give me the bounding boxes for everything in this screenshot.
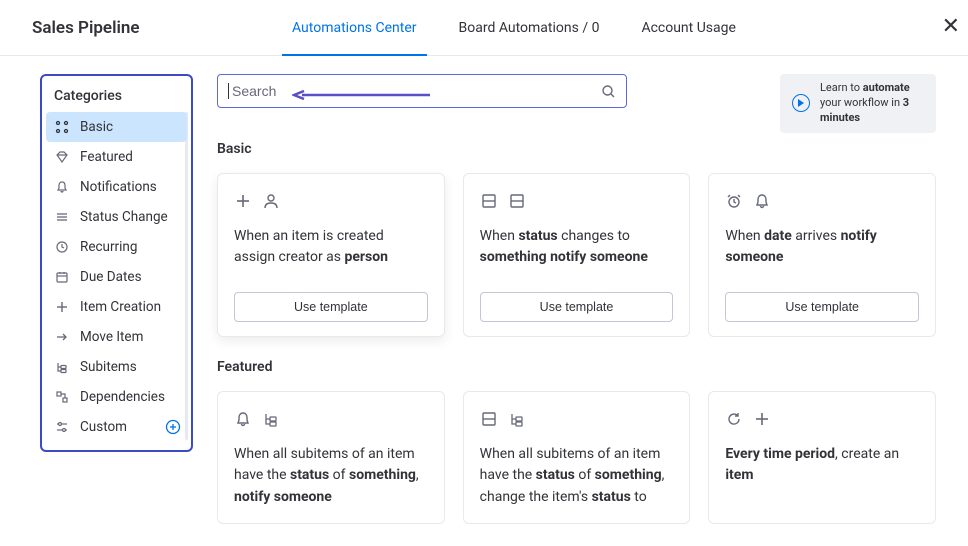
play-icon xyxy=(792,94,810,112)
subitems-icon xyxy=(508,410,526,428)
status-icon xyxy=(508,192,526,210)
sidebar-item-label: Notifications xyxy=(80,179,157,195)
person-icon xyxy=(262,192,280,210)
main-content: Learn to automate your workflow in 3 min… xyxy=(217,74,936,546)
sidebar-title: Categories xyxy=(46,84,187,112)
tabs: Automations Center Board Automations / 0… xyxy=(292,0,736,55)
learn-banner[interactable]: Learn to automate your workflow in 3 min… xyxy=(780,74,936,133)
card-text: When status changes to something notify … xyxy=(480,226,674,274)
dependencies-icon xyxy=(54,389,70,405)
template-card-featured-2[interactable]: When all subitems of an item have the st… xyxy=(463,391,691,524)
sidebar-item-subitems[interactable]: Subitems xyxy=(46,352,187,382)
plus-icon xyxy=(234,192,252,210)
sidebar-item-custom[interactable]: Custom xyxy=(46,412,187,442)
template-card-featured-1[interactable]: When all subitems of an item have the st… xyxy=(217,391,445,524)
recurring-icon xyxy=(725,410,743,428)
sidebar-item-move-item[interactable]: Move Item xyxy=(46,322,187,352)
template-card-featured-3[interactable]: Every time period, create an item xyxy=(708,391,936,524)
sidebar-item-label: Basic xyxy=(80,119,113,135)
learn-text: Learn to automate your workflow in 3 min… xyxy=(820,81,924,126)
subitems-icon xyxy=(54,359,70,375)
sidebar-item-label: Status Change xyxy=(80,209,168,225)
sidebar-item-notifications[interactable]: Notifications xyxy=(46,172,187,202)
status-icon xyxy=(480,410,498,428)
sidebar-item-label: Item Creation xyxy=(80,299,161,315)
tab-board-automations[interactable]: Board Automations / 0 xyxy=(459,0,600,55)
sidebar-item-due-dates[interactable]: Due Dates xyxy=(46,262,187,292)
plus-circle-icon[interactable] xyxy=(165,419,181,435)
card-text: When all subitems of an item have the st… xyxy=(234,444,428,509)
sidebar-item-label: Featured xyxy=(80,149,133,165)
sidebar-item-featured[interactable]: Featured xyxy=(46,142,187,172)
calendar-icon xyxy=(54,269,70,285)
sidebar-categories: Categories Basic Featured Notifications xyxy=(40,74,193,452)
card-text: When all subitems of an item have the st… xyxy=(480,444,674,509)
section-title-basic: Basic xyxy=(217,141,936,157)
card-text: When an item is created assign creator a… xyxy=(234,226,428,274)
subitems-icon xyxy=(262,410,280,428)
header: Sales Pipeline Automations Center Board … xyxy=(0,0,968,56)
sidebar-item-label: Recurring xyxy=(80,239,137,255)
sidebar-item-status-change[interactable]: Status Change xyxy=(46,202,187,232)
bell-icon xyxy=(54,179,70,195)
plus-icon xyxy=(54,299,70,315)
sidebar-item-label: Move Item xyxy=(80,329,143,345)
sidebar-item-basic[interactable]: Basic xyxy=(46,112,187,142)
section-title-featured: Featured xyxy=(217,359,936,375)
diamond-icon xyxy=(54,149,70,165)
basic-icon xyxy=(54,119,70,135)
sidebar-item-label: Due Dates xyxy=(80,269,142,285)
sidebar-item-label: Dependencies xyxy=(80,389,165,405)
use-template-button[interactable]: Use template xyxy=(480,292,674,322)
close-icon[interactable]: ✕ xyxy=(942,16,960,38)
sidebar-item-label: Subitems xyxy=(80,359,137,375)
template-card-basic-1[interactable]: When an item is created assign creator a… xyxy=(217,173,445,337)
tab-account-usage[interactable]: Account Usage xyxy=(641,0,735,55)
arrow-right-icon xyxy=(54,329,70,345)
use-template-button[interactable]: Use template xyxy=(725,292,919,322)
search-input[interactable] xyxy=(228,83,593,99)
status-icon xyxy=(54,209,70,225)
sidebar-item-label: Custom xyxy=(80,419,127,435)
sliders-icon xyxy=(54,419,70,435)
bell-icon xyxy=(234,410,252,428)
text-cursor xyxy=(228,83,229,99)
recurring-icon xyxy=(54,239,70,255)
card-text: Every time period, create an item xyxy=(725,444,919,492)
search-icon xyxy=(601,84,616,99)
sidebar-item-dependencies[interactable]: Dependencies xyxy=(46,382,187,412)
search-box[interactable] xyxy=(217,74,627,108)
clock-icon xyxy=(725,192,743,210)
tab-automations-center[interactable]: Automations Center xyxy=(292,0,417,55)
card-text: When date arrives notify someone xyxy=(725,226,919,274)
page-title: Sales Pipeline xyxy=(32,18,292,38)
use-template-button[interactable]: Use template xyxy=(234,292,428,322)
template-card-basic-2[interactable]: When status changes to something notify … xyxy=(463,173,691,337)
bell-icon xyxy=(753,192,771,210)
sidebar-item-item-creation[interactable]: Item Creation xyxy=(46,292,187,322)
sidebar-item-recurring[interactable]: Recurring xyxy=(46,232,187,262)
plus-icon xyxy=(753,410,771,428)
template-card-basic-3[interactable]: When date arrives notify someone Use tem… xyxy=(708,173,936,337)
status-icon xyxy=(480,192,498,210)
